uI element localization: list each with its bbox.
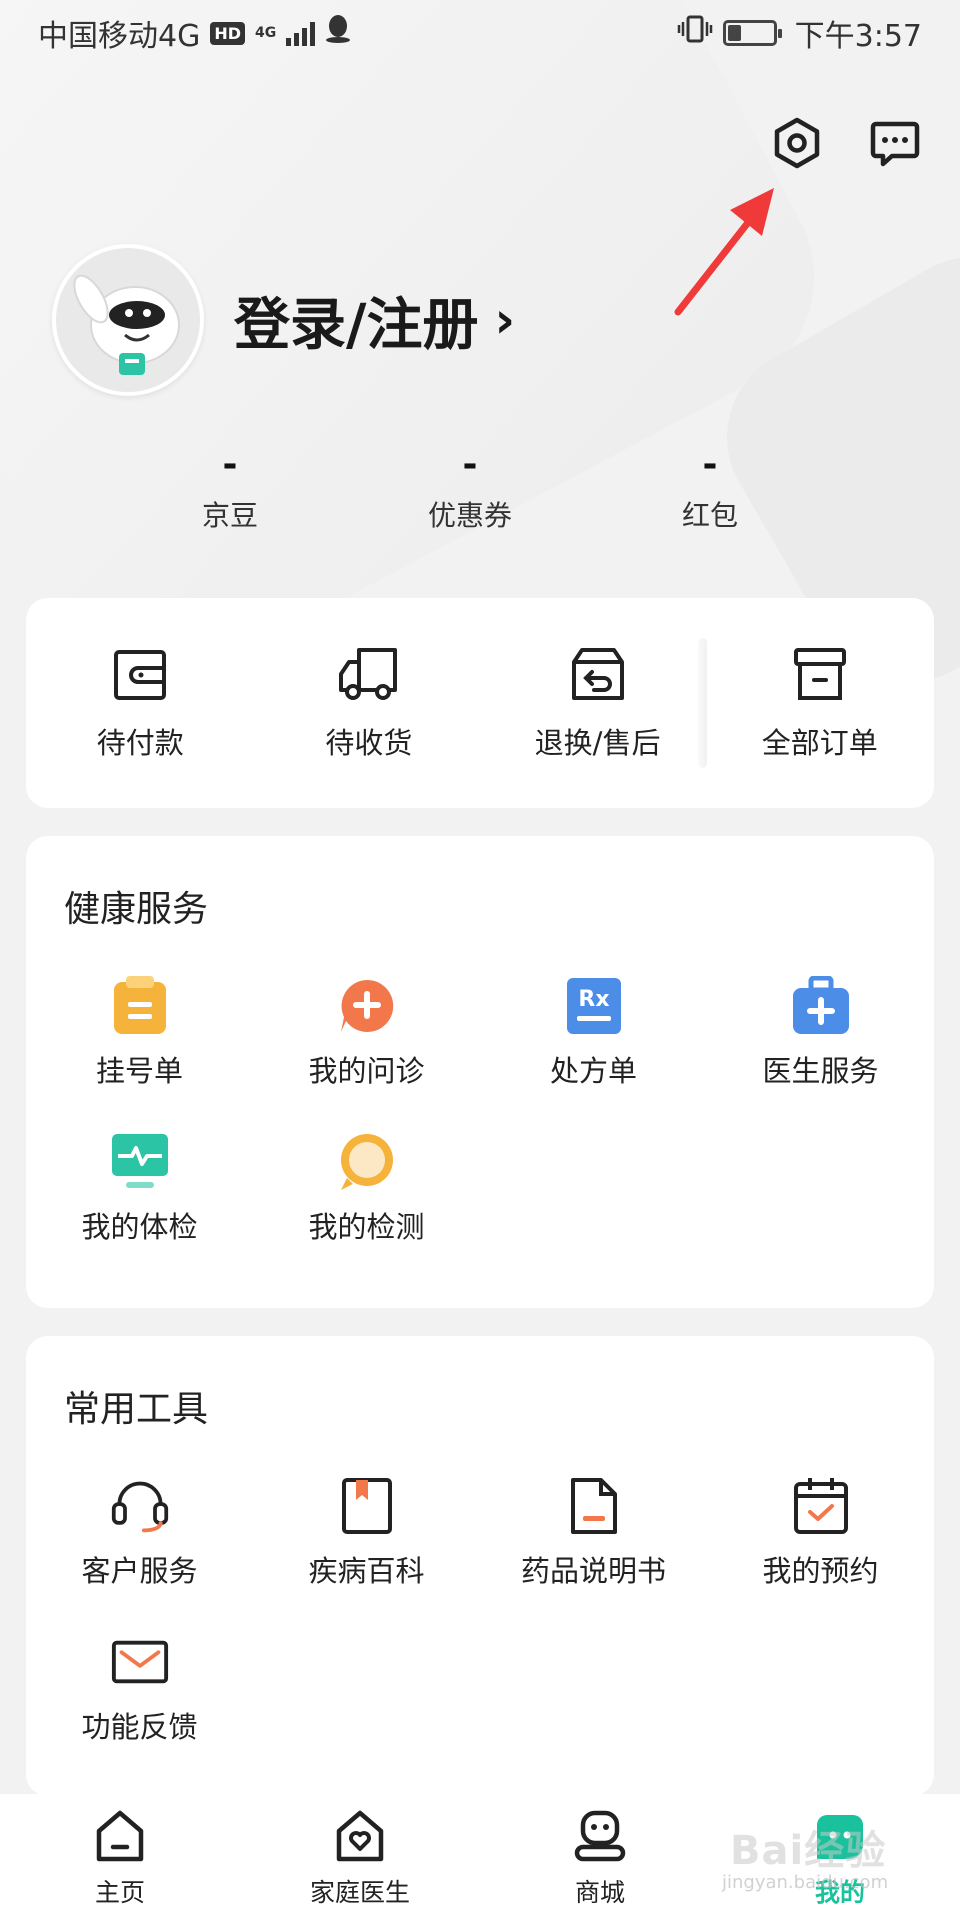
- health-item-checkup[interactable]: 我的体检: [26, 1132, 253, 1246]
- tool-drug-instructions[interactable]: 药品说明书: [480, 1476, 707, 1590]
- consult-icon: [337, 976, 397, 1036]
- item-label: 挂号单: [95, 1054, 183, 1088]
- nav-label: 主页: [94, 1878, 145, 1907]
- health-item-testing[interactable]: 我的检测: [253, 1132, 480, 1246]
- nav-family-doctor[interactable]: 家庭医生: [240, 1794, 480, 1920]
- stat-coupons[interactable]: - 优惠券: [380, 440, 560, 534]
- nav-label: 家庭医生: [309, 1878, 410, 1907]
- medical-bag-icon: [791, 976, 851, 1036]
- order-all[interactable]: 全部订单: [705, 644, 934, 762]
- stat-jingdou[interactable]: - 京豆: [140, 440, 320, 534]
- health-item-prescription[interactable]: Rx 处方单: [480, 976, 707, 1090]
- health-item-registration[interactable]: 挂号单: [26, 976, 253, 1090]
- common-tools-card: 常用工具 客户服务 疾病百科 药品说明书 我的预约 功能反馈: [26, 1336, 934, 1796]
- item-label: 我的问诊: [308, 1054, 425, 1088]
- login-label: 登录/注册: [234, 292, 479, 358]
- mall-icon: [573, 1809, 627, 1867]
- home-icon: [93, 1809, 147, 1867]
- status-bar: 中国移动4G HD 4G 下午3:57: [0, 0, 960, 66]
- item-label: 医生服务: [762, 1054, 879, 1088]
- item-label: 我的体检: [81, 1210, 198, 1244]
- section-title: 健康服务: [64, 889, 209, 930]
- monitor-pulse-icon: [110, 1132, 170, 1192]
- tool-feedback[interactable]: 功能反馈: [26, 1632, 253, 1746]
- order-label: 退换/售后: [534, 726, 661, 760]
- order-label: 全部订单: [761, 726, 878, 760]
- clock: 下午3:57: [794, 19, 922, 54]
- order-pending-payment[interactable]: 待付款: [26, 644, 255, 762]
- order-label: 待付款: [96, 726, 184, 760]
- document-icon: [564, 1476, 624, 1536]
- archive-box-icon: [790, 644, 850, 708]
- health-item-consultation[interactable]: 我的问诊: [253, 976, 480, 1090]
- tool-customer-service[interactable]: 客户服务: [26, 1476, 253, 1590]
- item-label: 我的预约: [762, 1554, 879, 1588]
- stat-value: -: [222, 444, 238, 485]
- orders-card: 待付款 待收货 退换/售后 全部订单: [26, 598, 934, 808]
- stat-label: 红包: [681, 499, 738, 532]
- health-services-card: 健康服务 挂号单 我的问诊 Rx 处方单 医生服务 我的体检 我的检测: [26, 836, 934, 1308]
- calendar-check-icon: [791, 1476, 851, 1536]
- nav-mall[interactable]: 商城: [480, 1794, 720, 1920]
- network-type: 4G: [255, 25, 277, 41]
- family-doctor-icon: [333, 1809, 387, 1867]
- vibrate-icon: [677, 14, 713, 52]
- tool-disease-encyclopedia[interactable]: 疾病百科: [253, 1476, 480, 1590]
- truck-icon: [337, 644, 401, 708]
- hd-badge: HD: [210, 21, 246, 45]
- item-label: 处方单: [549, 1054, 637, 1088]
- item-label: 药品说明书: [520, 1554, 666, 1588]
- stat-value: -: [702, 444, 718, 485]
- settings-icon[interactable]: [770, 116, 824, 170]
- stat-red-packets[interactable]: - 红包: [620, 440, 800, 534]
- health-item-doctor-service[interactable]: 医生服务: [707, 976, 934, 1090]
- tool-my-appointments[interactable]: 我的预约: [707, 1476, 934, 1590]
- watermark: Bai经验: [730, 1828, 887, 1874]
- qq-icon: [325, 14, 351, 52]
- stat-label: 京豆: [201, 499, 258, 532]
- clipboard-icon: [110, 976, 170, 1036]
- stat-label: 优惠券: [427, 499, 512, 532]
- mail-icon: [110, 1632, 170, 1692]
- return-box-icon: [568, 644, 628, 708]
- nav-label: 商城: [574, 1878, 625, 1907]
- item-label: 我的检测: [308, 1210, 425, 1244]
- battery-icon: [722, 20, 782, 46]
- item-label: 功能反馈: [81, 1710, 198, 1744]
- item-label: 客户服务: [81, 1554, 198, 1588]
- avatar[interactable]: [52, 244, 204, 396]
- section-title: 常用工具: [64, 1389, 209, 1430]
- login-register-link[interactable]: 登录/注册 ›: [234, 280, 515, 361]
- nav-home[interactable]: 主页: [0, 1794, 240, 1920]
- chevron-right-icon: ›: [494, 291, 516, 349]
- carrier-name: 中国移动4G: [38, 19, 201, 54]
- order-returns[interactable]: 退换/售后: [483, 644, 712, 762]
- rx-glyph: Rx: [578, 987, 609, 1012]
- signal-icon: [286, 20, 316, 46]
- wallet-icon: [110, 644, 170, 708]
- stat-value: -: [462, 444, 478, 485]
- item-label: 疾病百科: [308, 1554, 425, 1588]
- prescription-icon: Rx: [564, 976, 624, 1036]
- order-label: 待收货: [325, 726, 413, 760]
- test-circle-icon: [337, 1132, 397, 1192]
- watermark-url: jingyan.baidu.com: [722, 1872, 889, 1893]
- account-stats: - 京豆 - 优惠券 - 红包: [140, 440, 800, 534]
- order-pending-delivery[interactable]: 待收货: [255, 644, 484, 762]
- headset-icon: [110, 1476, 170, 1536]
- book-icon: [337, 1476, 397, 1536]
- message-icon[interactable]: [868, 116, 922, 170]
- annotation-arrow: [670, 180, 790, 324]
